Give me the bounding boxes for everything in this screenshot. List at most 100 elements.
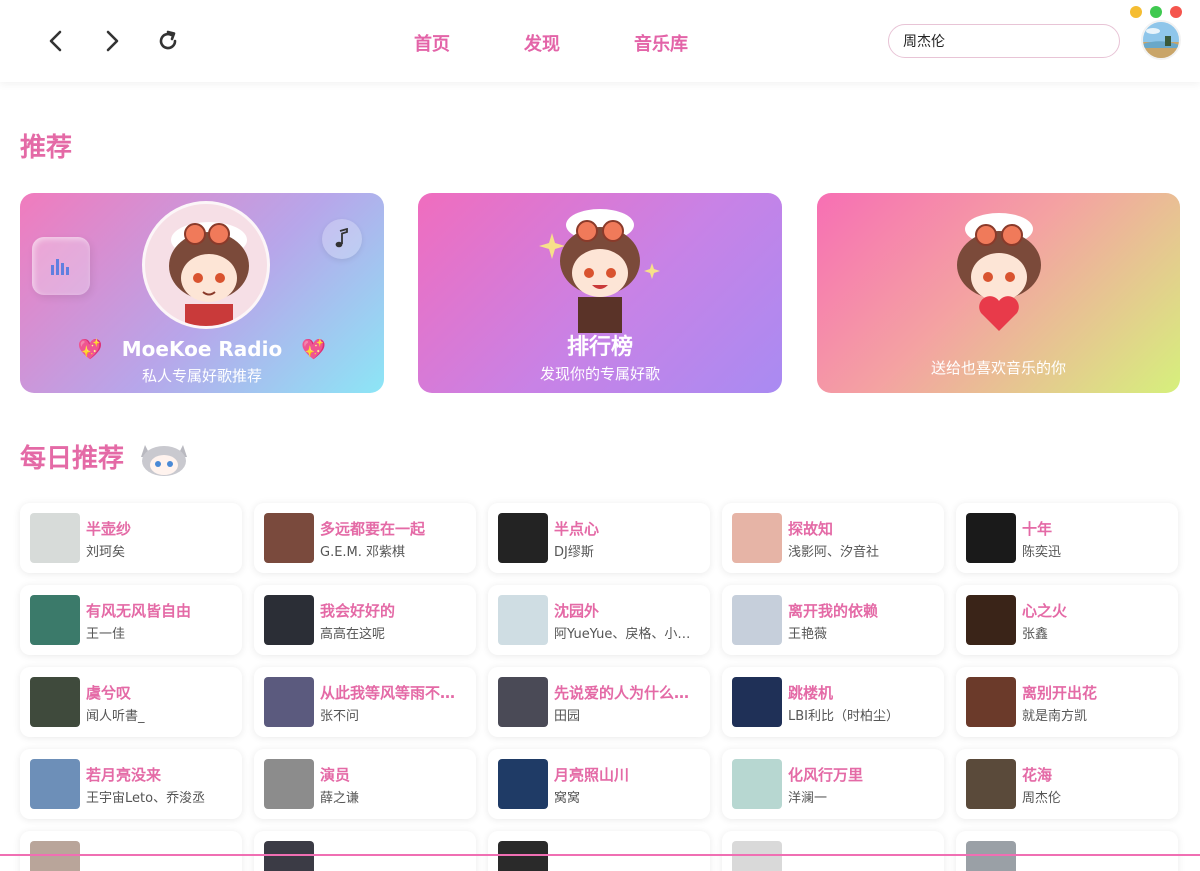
chart-card-subtitle: 发现你的专属好歌 <box>539 365 660 383</box>
song-cover <box>498 759 548 809</box>
song-card[interactable]: 离别开出花 就是南方凯 <box>956 667 1178 737</box>
recommend-title: 推荐 <box>20 133 73 163</box>
song-title: 从此我等风等雨不等你 <box>320 684 468 702</box>
song-cover <box>498 595 548 645</box>
song-artist: 王一佳 <box>86 627 126 642</box>
song-card[interactable]: 月亮照山川 窝窝 <box>488 749 710 819</box>
song-cover <box>498 677 548 727</box>
song-title: 半点心 <box>554 520 600 538</box>
song-card[interactable]: 虞兮叹闻人听書_ <box>20 667 242 737</box>
song-card[interactable]: 从此我等风等雨不等你 张不问 <box>254 667 476 737</box>
daily-title: 每日推荐 <box>20 437 191 477</box>
song-cover <box>732 759 782 809</box>
music-note-button[interactable] <box>322 219 362 259</box>
nav-home[interactable]: 首页 <box>414 30 450 56</box>
song-title: 月亮照山川 <box>554 766 630 784</box>
song-title: 十年 <box>1022 520 1053 538</box>
song-card[interactable]: 演员 薛之谦 <box>254 749 476 819</box>
song-artist: 浅影阿、汐音社 <box>788 545 880 560</box>
song-card[interactable]: 离开我的依赖 王艳薇 <box>722 585 944 655</box>
song-cover <box>264 841 314 871</box>
song-card[interactable]: 十年 陈奕迅 <box>956 503 1178 573</box>
radio-card-subtitle: 私人专属好歌推荐 <box>141 367 262 385</box>
main-nav: 首页 发现 音乐库 <box>414 30 688 56</box>
song-title: 沈园外 <box>554 602 600 620</box>
forward-button[interactable] <box>96 26 128 56</box>
daily-title-text: 每日推荐 <box>20 444 125 474</box>
song-title: 虞兮叹 <box>86 684 132 702</box>
radio-card[interactable]: 💖 MoeKoe Radio 💖 私人专属好歌推荐 <box>20 193 384 393</box>
song-artist: 王艳薇 <box>788 627 828 642</box>
song-artist: 刘珂矣 <box>86 545 126 560</box>
song-title: 离别开出花 <box>1022 684 1098 702</box>
song-cover <box>732 595 782 645</box>
song-title: 心之火 <box>1022 602 1068 620</box>
maximize-button[interactable] <box>1150 6 1162 18</box>
song-title: 离开我的依赖 <box>788 602 879 620</box>
song-title: 化风行万里 <box>788 766 864 784</box>
song-cover <box>264 677 314 727</box>
song-title: 有风无风皆自由 <box>86 602 192 620</box>
radio-card-title: 💖 MoeKoe Radio 💖 <box>20 337 384 361</box>
song-artist: 闻人听書_ <box>86 709 145 724</box>
song-artist: LBI利比（时柏尘） <box>788 709 899 724</box>
close-button[interactable] <box>1170 6 1182 18</box>
song-cover <box>732 677 782 727</box>
song-card[interactable] <box>20 831 242 871</box>
nav-discover[interactable]: 发现 <box>524 30 560 56</box>
song-artist: 张不问 <box>320 709 360 724</box>
heart-icon: 💖 <box>77 337 103 361</box>
radio-card-title-text: MoeKoe Radio <box>121 337 283 361</box>
nav-library[interactable]: 音乐库 <box>634 30 688 56</box>
cat-girl-icon <box>141 445 188 476</box>
song-card[interactable]: 有风无风皆自由 王一佳 <box>20 585 242 655</box>
song-card[interactable] <box>254 831 476 871</box>
song-card[interactable]: 我会好好的 高高在这呢 <box>254 585 476 655</box>
search-input[interactable] <box>888 24 1120 58</box>
song-card[interactable]: 多远都要在一起 G.E.M. 邓紫棋 <box>254 503 476 573</box>
song-artist: 洋澜一 <box>788 791 828 806</box>
song-cover <box>732 513 782 563</box>
refresh-button[interactable] <box>152 26 184 56</box>
song-card[interactable] <box>488 831 710 871</box>
song-cover <box>966 759 1016 809</box>
song-cover <box>264 759 314 809</box>
song-card[interactable]: 心之火 张鑫 <box>956 585 1178 655</box>
song-card[interactable]: 先说爱的人为什么先离开田园 <box>488 667 710 737</box>
chevron-left-icon <box>49 30 62 52</box>
song-title: 花海 <box>1022 766 1053 784</box>
song-card[interactable]: 探故知 浅影阿、汐音社 <box>722 503 944 573</box>
song-title: 我会好好的 <box>320 602 396 620</box>
song-card[interactable]: 花海 周杰伦 <box>956 749 1178 819</box>
song-card[interactable] <box>956 831 1178 871</box>
heart-character-image <box>957 213 1041 331</box>
song-card[interactable] <box>722 831 944 871</box>
song-artist: G.E.M. 邓紫棋 <box>320 545 406 560</box>
song-title: 若月亮没来 <box>86 766 162 784</box>
song-title: 半壶纱 <box>86 520 132 538</box>
song-cover <box>498 513 548 563</box>
minimize-button[interactable] <box>1130 6 1142 18</box>
song-artist: 田园 <box>554 709 581 724</box>
song-artist: 薛之谦 <box>320 791 360 806</box>
back-button[interactable] <box>40 26 72 56</box>
song-card[interactable]: 化风行万里 洋澜一 <box>722 749 944 819</box>
song-artist: 周杰伦 <box>1022 791 1062 806</box>
song-artist: 窝窝 <box>554 791 581 806</box>
avatar[interactable] <box>1141 20 1181 60</box>
chart-character-image <box>539 209 660 333</box>
gift-card[interactable]: 送给也喜欢音乐的你 <box>817 193 1180 393</box>
song-card[interactable]: 若月亮没来 王宇宙Leto、乔浚丞 <box>20 749 242 819</box>
song-card[interactable]: 半壶纱 刘珂矣 <box>20 503 242 573</box>
song-cover <box>732 841 782 871</box>
song-cover <box>264 513 314 563</box>
equalizer-button[interactable] <box>32 237 90 295</box>
chibi-girl-image <box>169 222 249 326</box>
heart-icon: 💖 <box>301 337 327 361</box>
song-card[interactable]: 半点心 DJ缪斯 <box>488 503 710 573</box>
equalizer-icon <box>51 259 69 275</box>
song-card[interactable]: 沈园外阿YueYue、戾格、小田音乐社 <box>488 585 710 655</box>
song-card[interactable]: 跳楼机 LBI利比（时柏尘） <box>722 667 944 737</box>
avatar-image <box>1143 22 1179 58</box>
chart-card[interactable]: 排行榜 发现你的专属好歌 <box>418 193 782 393</box>
